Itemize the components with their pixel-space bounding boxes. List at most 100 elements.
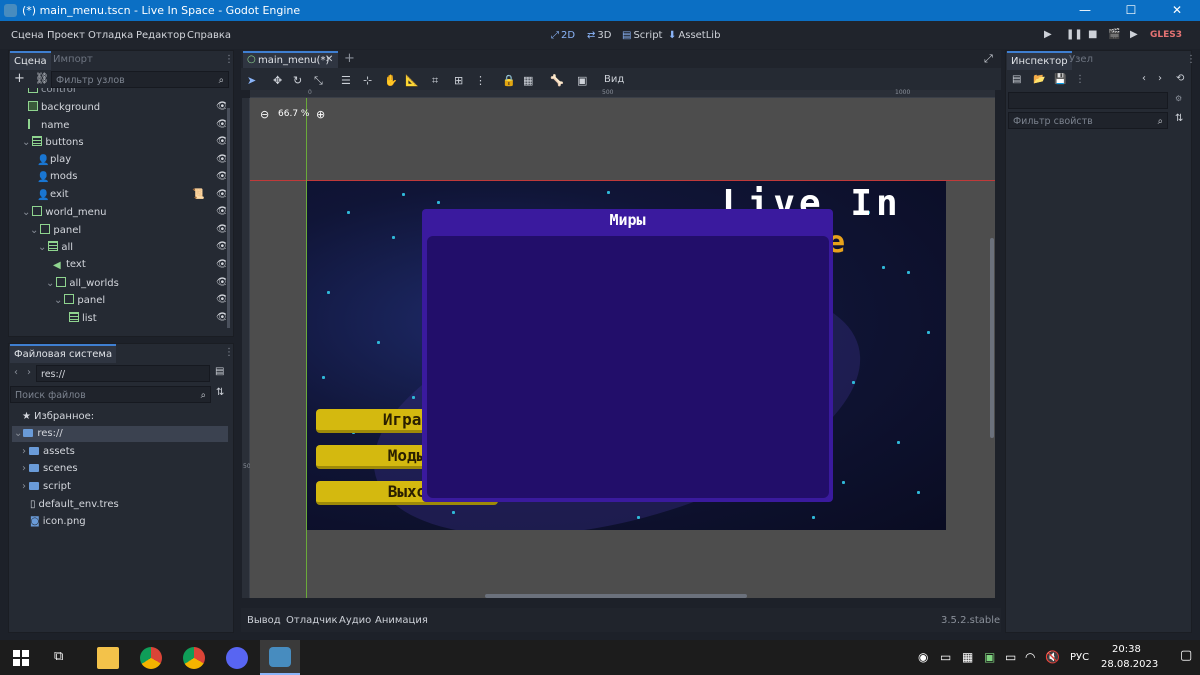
monitor-tray-icon[interactable]: ▭	[940, 650, 951, 664]
tree-node-buttons[interactable]: ⌄ buttons	[22, 136, 84, 153]
object-properties-icon[interactable]: ⚙	[1175, 94, 1182, 103]
renderer-label[interactable]: GLES3	[1150, 30, 1182, 40]
history-back-icon[interactable]: ‹	[1142, 73, 1146, 84]
object-history-icon[interactable]: ⟲	[1176, 73, 1184, 84]
new-resource-icon[interactable]: ▤	[1012, 74, 1021, 85]
pivot-tool-icon[interactable]: ⊹	[363, 74, 372, 87]
list-select-icon[interactable]: ☰	[341, 74, 351, 87]
tab-import[interactable]: Импорт	[49, 51, 97, 68]
zoom-level-label[interactable]: 66.7 %	[278, 109, 309, 119]
ruler-tool-icon[interactable]: 📐	[405, 74, 419, 87]
maximize-button[interactable]: ☐	[1108, 0, 1154, 21]
fs-item-icon-png[interactable]: ◙ icon.png	[30, 516, 86, 533]
visibility-eye-icon[interactable]: 👁	[216, 259, 226, 270]
tree-node-text[interactable]: ◀ text	[53, 259, 86, 276]
stop-button[interactable]: ■	[1088, 29, 1097, 40]
tree-node-panel[interactable]: ⌄ panel	[30, 224, 81, 241]
menu-editor[interactable]: Редактор	[136, 30, 186, 41]
canvas-2d-viewport[interactable]: Live In e Играт Моды Выхо Миры ⊖ 66.7 % …	[250, 98, 995, 598]
active-taskbar-app[interactable]	[260, 640, 300, 675]
visibility-eye-icon[interactable]: 👁	[216, 241, 226, 252]
group-icon[interactable]: ▦	[523, 74, 533, 87]
visibility-eye-icon[interactable]: 👁	[216, 224, 226, 235]
visibility-eye-icon[interactable]: 👁	[216, 154, 226, 165]
visibility-eye-icon[interactable]: 👁	[216, 171, 226, 182]
discord-tray-icon[interactable]: ◉	[918, 650, 928, 664]
fs-item-default-env[interactable]: ▯ default_env.tres	[30, 499, 119, 516]
lock-icon[interactable]: 🔒	[502, 74, 516, 87]
inspected-object-field[interactable]	[1008, 92, 1168, 109]
chrome-icon[interactable]	[140, 647, 162, 669]
tab-inspector[interactable]: Инспектор	[1007, 51, 1072, 70]
visibility-eye-icon[interactable]: 👁	[216, 101, 226, 112]
grid-snap-icon[interactable]: ⊞	[454, 74, 463, 87]
minimize-button[interactable]: —	[1062, 0, 1108, 21]
scene-tab-main-menu[interactable]: ○ main_menu(*) ✕	[243, 51, 338, 68]
tree-node-list[interactable]: list	[69, 312, 97, 329]
workspace-2d-button[interactable]: ⤢ 2D	[551, 30, 575, 41]
menu-project[interactable]: Проект	[47, 30, 85, 41]
menu-debug[interactable]: Отладка	[88, 30, 133, 41]
workspace-script-button[interactable]: ▤ Script	[622, 30, 662, 41]
skeleton-icon[interactable]: 🦴	[550, 74, 564, 87]
snap-options-icon[interactable]: ⋮	[475, 74, 486, 87]
scene-tree-scrollbar[interactable]	[227, 108, 230, 328]
tab-audio[interactable]: Аудио	[339, 615, 371, 626]
tray-app-icon[interactable]: ▦	[962, 650, 973, 664]
wifi-icon[interactable]: ◠	[1025, 650, 1035, 664]
menu-scene[interactable]: Сцена	[11, 30, 44, 41]
split-mode-icon[interactable]: ▤	[215, 366, 224, 377]
discord-icon[interactable]	[226, 647, 248, 669]
new-scene-tab-button[interactable]: +	[344, 51, 355, 66]
tree-node-panel-inner[interactable]: ⌄ panel	[54, 294, 105, 311]
visibility-eye-icon[interactable]: 👁	[216, 119, 226, 130]
dock-menu-icon[interactable]: ⋮	[224, 347, 234, 358]
move-tool-icon[interactable]: ✥	[273, 74, 282, 87]
tab-animation[interactable]: Анимация	[375, 615, 428, 626]
menu-help[interactable]: Справка	[187, 30, 231, 41]
visibility-eye-icon[interactable]: 👁	[216, 294, 226, 305]
history-forward-icon[interactable]: ›	[1158, 73, 1162, 84]
pause-button[interactable]: ❚❚	[1066, 29, 1083, 40]
tree-node-world-menu[interactable]: ⌄ world_menu	[22, 206, 107, 223]
add-node-button[interactable]: +	[14, 71, 25, 86]
property-options-icon[interactable]: ⇅	[1175, 113, 1183, 124]
tray-app-icon-green[interactable]: ▣	[984, 650, 995, 664]
visibility-eye-icon[interactable]: 👁	[216, 206, 226, 217]
windows-start-icon[interactable]	[13, 650, 29, 666]
tree-node-name[interactable]: name	[28, 119, 69, 136]
tab-scene[interactable]: Сцена	[10, 51, 51, 70]
view-menu-button[interactable]: Вид	[604, 74, 624, 85]
notifications-icon[interactable]: ▢	[1180, 648, 1192, 663]
visibility-eye-icon[interactable]: 👁	[216, 189, 226, 200]
play-scene-button[interactable]: ▶	[1130, 29, 1138, 40]
world-list-area[interactable]	[427, 236, 829, 498]
camera-override-icon[interactable]: ▣	[577, 74, 587, 87]
script-attached-icon[interactable]: 📜	[192, 189, 204, 200]
chrome-icon[interactable]	[183, 647, 205, 669]
zoom-in-button[interactable]: ⊕	[316, 108, 325, 121]
snap-icon[interactable]: ⌗	[432, 74, 438, 88]
volume-muted-icon[interactable]: 🔇	[1045, 650, 1060, 664]
workspace-assetlib-button[interactable]: ⬇ AssetLib	[668, 30, 720, 41]
file-explorer-icon[interactable]	[97, 647, 119, 669]
close-window-button[interactable]: ✕	[1154, 0, 1200, 21]
tree-node-play[interactable]: 👤play	[37, 154, 71, 171]
tree-node-control[interactable]: control	[28, 88, 76, 100]
zoom-out-button[interactable]: ⊖	[260, 108, 269, 121]
sort-icon[interactable]: ⇅	[216, 387, 224, 398]
fs-item-assets[interactable]: › assets	[22, 446, 75, 463]
tree-node-all-worlds[interactable]: ⌄ all_worlds	[46, 277, 119, 294]
tree-node-background[interactable]: background	[28, 101, 100, 118]
pan-tool-icon[interactable]: ✋	[384, 74, 398, 87]
back-arrow-icon[interactable]: ‹	[14, 367, 18, 378]
distraction-free-icon[interactable]: ⤢	[984, 52, 993, 66]
path-field[interactable]: res://	[36, 365, 210, 382]
fs-item-res-root[interactable]: ⌄ res://	[14, 428, 63, 445]
save-resource-icon[interactable]: 💾	[1054, 74, 1066, 85]
input-language[interactable]: РУС	[1070, 652, 1089, 663]
workspace-3d-button[interactable]: ⇄ 3D	[587, 30, 611, 41]
movie-icon[interactable]: 🎬	[1108, 29, 1120, 40]
battery-icon[interactable]: ▭	[1005, 650, 1016, 664]
rotate-tool-icon[interactable]: ↻	[293, 74, 302, 87]
